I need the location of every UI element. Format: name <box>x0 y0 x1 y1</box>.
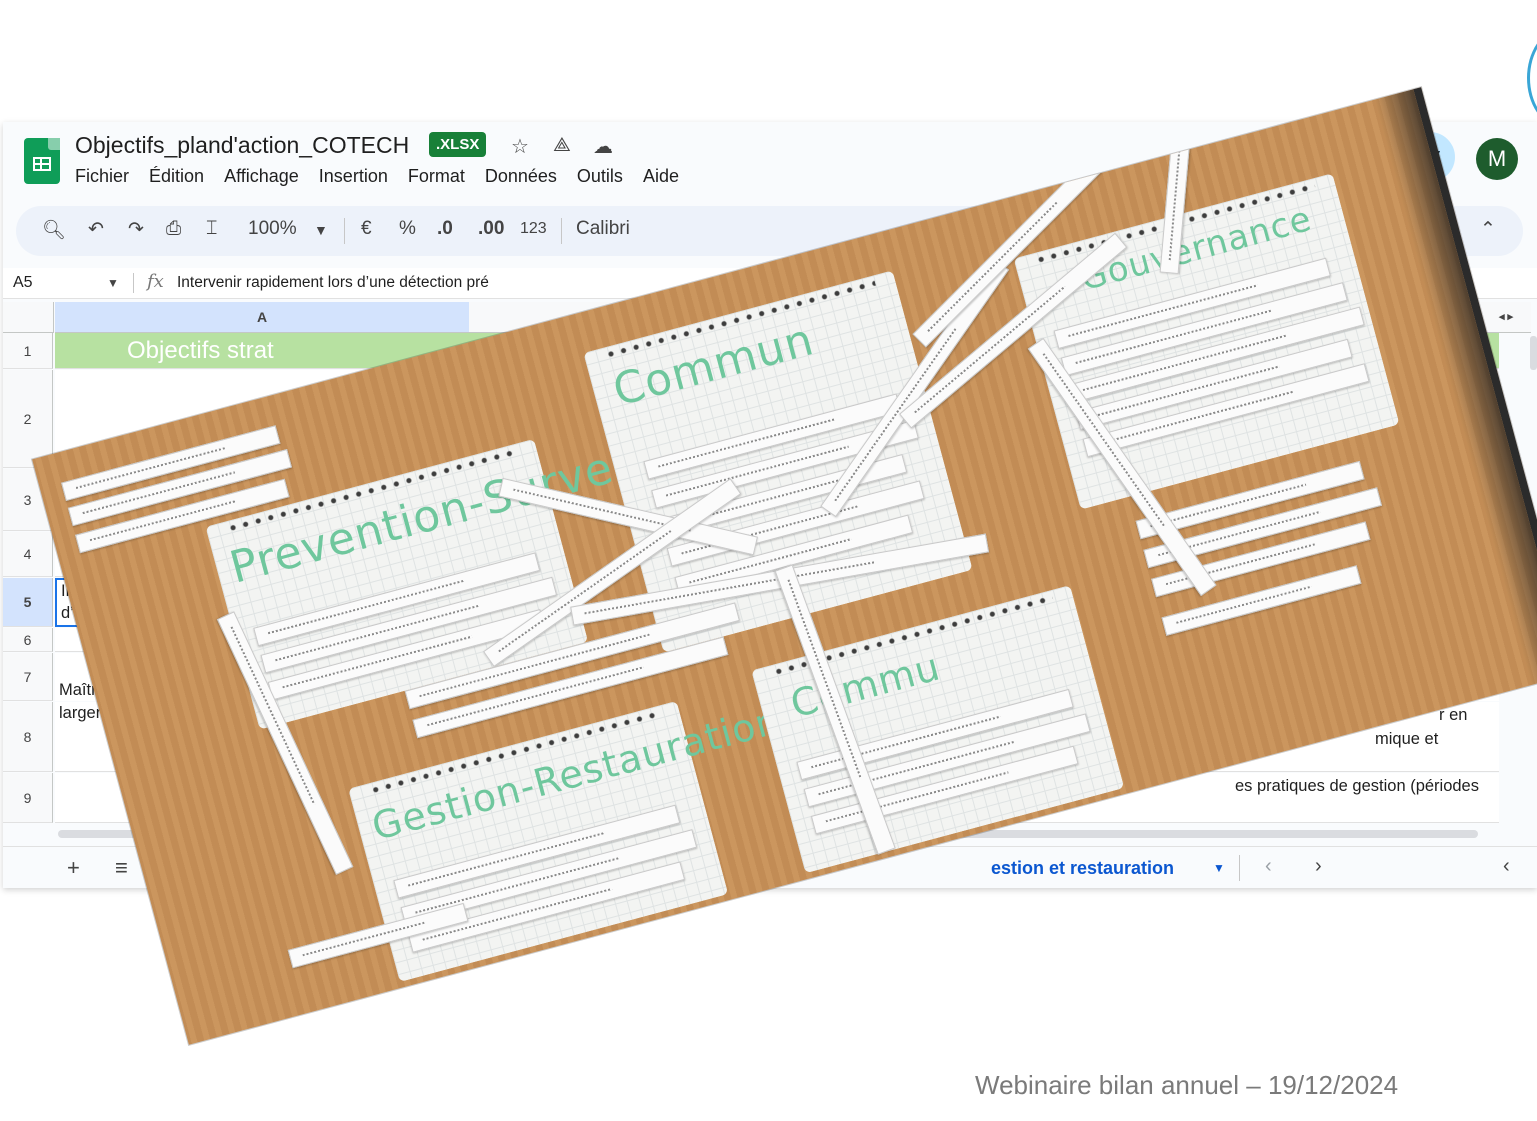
sheet-tab-active[interactable]: estion et restauration <box>991 858 1174 879</box>
sheet-tab-menu-icon[interactable]: ▼ <box>1213 861 1225 875</box>
decorative-arc <box>1527 30 1537 126</box>
decrease-decimal-button[interactable]: .0 <box>437 218 453 240</box>
row-header-8[interactable]: 8 <box>3 702 53 772</box>
select-all-corner[interactable] <box>3 302 54 333</box>
name-box-dropdown-icon[interactable]: ▼ <box>107 276 119 290</box>
document-title[interactable]: Objectifs_pland'action_COTECH <box>75 132 409 159</box>
percent-format-button[interactable]: % <box>399 218 416 240</box>
explore-collapse-icon[interactable]: ‹ <box>1503 855 1510 878</box>
increase-decimal-button[interactable]: .00 <box>478 218 504 240</box>
vertical-scrollbar[interactable] <box>1530 336 1537 370</box>
row-header-2[interactable]: 2 <box>3 370 53 468</box>
font-select[interactable]: Calibri <box>576 218 630 240</box>
cloud-status-icon[interactable]: ☁ <box>593 134 613 159</box>
formula-input[interactable]: Intervenir rapidement lors d’une détecti… <box>177 274 489 292</box>
scroll-tabs-left-icon[interactable]: ‹ <box>1265 855 1272 878</box>
menu-donnees[interactable]: Données <box>485 166 557 187</box>
row-header-5[interactable]: 5 <box>3 578 53 627</box>
account-avatar[interactable]: M <box>1476 138 1518 180</box>
file-format-badge: .XLSX <box>429 132 487 157</box>
add-sheet-button[interactable]: + <box>67 855 80 881</box>
move-to-drive-icon[interactable]: ⟁ <box>553 134 571 157</box>
print-icon[interactable]: ⎙ <box>166 218 181 240</box>
paint-format-icon[interactable]: ⌶ <box>206 218 217 240</box>
all-sheets-button[interactable]: ≡ <box>115 855 128 881</box>
menu-bar: Fichier Édition Affichage Insertion Form… <box>75 166 679 187</box>
fx-icon: fx <box>147 271 164 292</box>
menu-outils[interactable]: Outils <box>577 166 623 187</box>
redo-icon[interactable]: ↷ <box>128 218 144 241</box>
sheets-logo-icon[interactable] <box>24 138 60 184</box>
menu-format[interactable]: Format <box>408 166 465 187</box>
scroll-tabs-right-icon[interactable]: › <box>1315 855 1322 878</box>
column-header-a[interactable]: A <box>55 302 469 333</box>
star-icon[interactable]: ☆ <box>511 134 529 159</box>
row-8-right-line-1: r en <box>1439 706 1468 724</box>
menu-fichier[interactable]: Fichier <box>75 166 129 187</box>
menu-edition[interactable]: Édition <box>149 166 204 187</box>
menu-insertion[interactable]: Insertion <box>319 166 388 187</box>
slide-footer: Webinaire bilan annuel – 19/12/2024 <box>975 1070 1399 1100</box>
row-header-9[interactable]: 9 <box>3 773 53 823</box>
undo-icon[interactable]: ↶ <box>88 218 104 241</box>
title-cell[interactable]: Objectifs strat <box>127 337 274 365</box>
row-header-4[interactable]: 4 <box>3 532 53 577</box>
name-box[interactable]: A5 <box>13 274 33 292</box>
row-header-6[interactable]: 6 <box>3 628 53 652</box>
currency-format-button[interactable]: € <box>361 218 372 240</box>
row-9-right-text: es pratiques de gestion (périodes <box>1235 777 1479 795</box>
search-menus-icon[interactable]: 🔍︎ <box>42 218 66 242</box>
collapse-toolbar-icon[interactable]: ⌃ <box>1480 218 1496 241</box>
row-header-1[interactable]: 1 <box>3 333 53 369</box>
zoom-dropdown-icon[interactable]: ▼ <box>314 222 328 238</box>
row-8-right-line-2: mique et <box>1375 730 1439 748</box>
row-header-7[interactable]: 7 <box>3 653 53 701</box>
menu-aide[interactable]: Aide <box>643 166 679 187</box>
menu-affichage[interactable]: Affichage <box>224 166 299 187</box>
scroll-columns-icon[interactable]: ◂ ▸ <box>1481 302 1531 333</box>
zoom-select[interactable]: 100% <box>248 218 297 240</box>
more-formats-button[interactable]: 123 <box>520 220 547 238</box>
